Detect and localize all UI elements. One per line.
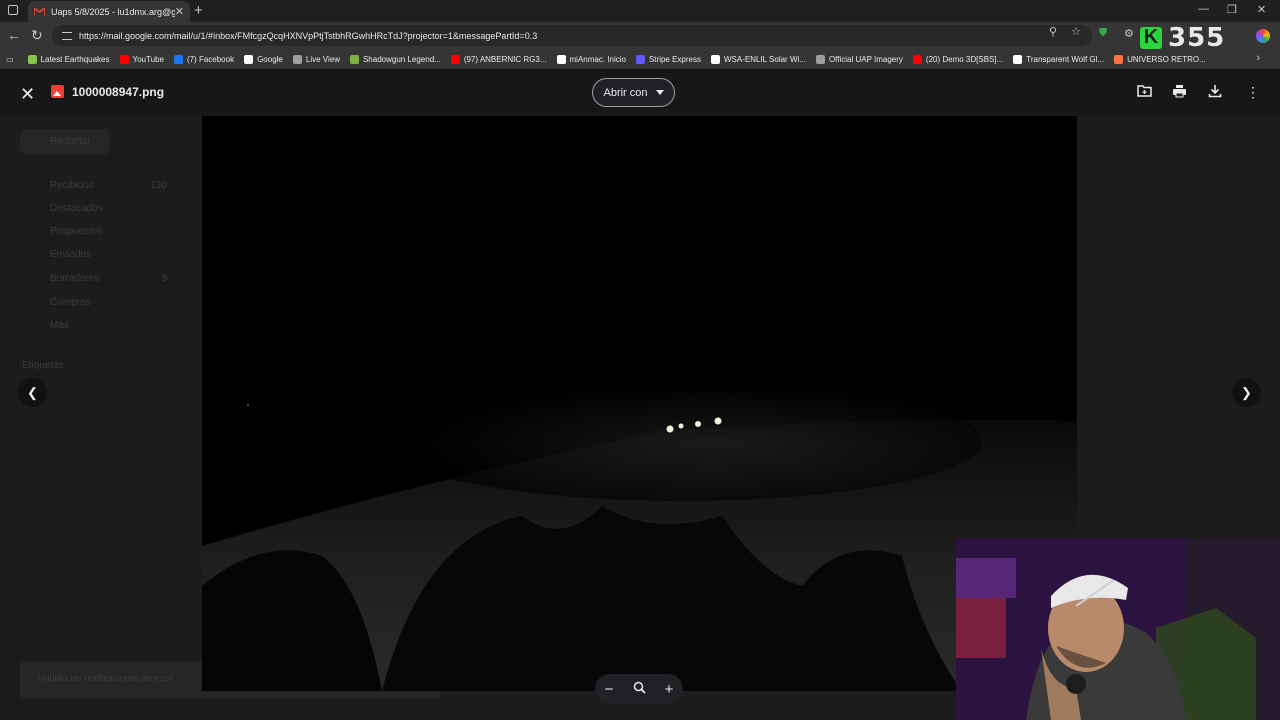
bookmark-label: Official UAP Imagery	[828, 54, 903, 64]
bookmark-label: miAnmac. Inicio	[569, 54, 626, 64]
bookmark-label: (7) Facebook	[186, 54, 235, 64]
extension-shield-icon[interactable]: ⛊	[1099, 27, 1107, 40]
bookmarks-bar: ▭ Latest Earthquakes YouTube (7) Facebook G…	[0, 49, 1280, 69]
bookmark-item[interactable]: miAnmac. Inicio	[556, 54, 626, 64]
bookmark-label: (20) Demo 3D[SBS]...	[925, 54, 1004, 64]
bookmark-star-icon[interactable]: ☆	[1071, 25, 1081, 38]
bookmarks-overflow-icon[interactable]: ›	[1256, 52, 1260, 64]
image-file-icon	[51, 85, 64, 98]
bookmark-item[interactable]: WSA-ENLIL Solar Wi...	[711, 54, 806, 64]
bookmark-favicon-icon	[349, 54, 359, 64]
open-with-button[interactable]: Abrir con	[592, 78, 675, 107]
bookmark-item[interactable]: (7) Facebook	[173, 54, 235, 64]
bookmark-favicon-icon	[292, 54, 302, 64]
tab-title: Uaps 5/8/2025 - lu1dmx.arg@gm	[51, 6, 175, 17]
bookmark-label: Latest Earthquakes	[40, 54, 110, 64]
bookmark-favicon-icon	[912, 54, 922, 64]
minimize-icon[interactable]: —	[1198, 3, 1209, 15]
bookmark-label: Shadowgun Legend...	[362, 54, 441, 64]
bookmark-label: Stripe Express	[648, 54, 701, 64]
bookmark-item[interactable]: Shadowgun Legend...	[349, 54, 441, 64]
bookmark-label: UNIVERSO RETRO...	[1127, 54, 1206, 64]
zoom-reset-icon[interactable]	[633, 681, 646, 698]
bookmark-favicon-icon	[556, 54, 566, 64]
bookmark-item[interactable]: Transparent Wolf Gl...	[1013, 54, 1105, 64]
sidebar-item-inbox: Recibidos	[50, 180, 94, 191]
bookmark-favicon-icon	[173, 54, 183, 64]
bookmark-label: Transparent Wolf Gl...	[1026, 54, 1105, 64]
gmail-icon	[33, 5, 46, 16]
viewer-image	[202, 116, 1077, 691]
webcam-overlay	[956, 538, 1280, 720]
bookmark-item[interactable]: (97) ANBERNIC RG3...	[450, 54, 547, 64]
previous-image-button[interactable]: ❮	[18, 378, 47, 407]
close-viewer-icon[interactable]: ✕	[20, 84, 35, 105]
tab-search-icon[interactable]	[8, 5, 18, 15]
bookmark-favicon-icon	[711, 54, 720, 64]
window-close-icon[interactable]: ✕	[1257, 3, 1266, 16]
bookmark-item[interactable]: YouTube	[119, 54, 164, 64]
compose-button: Redactar	[20, 129, 110, 155]
bookmark-favicon-icon	[1114, 54, 1124, 64]
browser-tab[interactable]: Uaps 5/8/2025 - lu1dmx.arg@gm ✕	[28, 1, 190, 22]
restore-icon[interactable]: ❐	[1227, 3, 1237, 16]
sidebar-item-drafts: Borradores	[50, 273, 100, 284]
bookmark-favicon-icon	[635, 54, 645, 64]
url-text: https://mail.google.com/mail/u/1/#inbox/…	[79, 30, 538, 41]
streamer-video	[956, 538, 1280, 720]
sidebar-item-starred: Destacados	[50, 203, 103, 214]
sidebar-item-purchases: Compras	[50, 297, 91, 308]
new-tab-icon[interactable]: +	[194, 2, 203, 19]
file-name: 1000008947.png	[72, 85, 165, 99]
labels-heading: Etiquetas	[22, 360, 64, 371]
inbox-count: 130	[150, 180, 167, 191]
bookmark-item[interactable]: (20) Demo 3D[SBS]...	[912, 54, 1004, 64]
browser-toolbar: ← ↻ https://mail.google.com/mail/u/1/#in…	[0, 22, 1280, 49]
bookmark-item[interactable]: Google	[244, 54, 283, 64]
sidebar-item-sent: Enviados	[50, 249, 92, 260]
back-icon[interactable]: ←	[7, 27, 21, 43]
chevron-down-icon	[655, 90, 664, 95]
bookmark-item[interactable]: Latest Earthquakes	[27, 54, 110, 64]
extension-icon[interactable]: ⚙	[1124, 27, 1134, 40]
download-icon[interactable]	[1208, 84, 1222, 101]
bookmark-label: Google	[257, 54, 283, 64]
bookmark-label: WSA-ENLIL Solar Wi...	[724, 54, 806, 64]
tab-strip: Uaps 5/8/2025 - lu1dmx.arg@gm ✕ + — ❐ ✕	[0, 0, 1280, 22]
zoom-icon[interactable]: ⚲	[1049, 25, 1057, 38]
bookmark-favicon-icon	[815, 54, 825, 64]
bookmark-label: Live View	[305, 54, 340, 64]
next-image-button[interactable]: ❯	[1232, 378, 1261, 407]
sidebar-item-more: Más	[50, 320, 69, 331]
drafts-count: 5	[162, 273, 168, 284]
bookmark-favicon-icon	[27, 54, 37, 64]
profile-avatar[interactable]	[1256, 29, 1270, 43]
site-info-icon[interactable]	[62, 31, 72, 40]
stream-overlay-logo: K 355	[1140, 23, 1225, 53]
night-photo	[202, 116, 1077, 691]
zoom-controls: − +	[595, 674, 683, 704]
bookmark-item[interactable]: UNIVERSO RETRO...	[1114, 54, 1206, 64]
bookmark-favicon-icon	[1013, 54, 1023, 64]
address-bar[interactable]: https://mail.google.com/mail/u/1/#inbox/…	[52, 25, 1092, 46]
bookmark-favicon-icon	[244, 54, 254, 64]
reload-icon[interactable]: ↻	[31, 27, 43, 44]
add-to-drive-icon[interactable]	[1137, 84, 1152, 100]
tab-close-icon[interactable]: ✕	[175, 5, 184, 18]
bookmark-item[interactable]: Live View	[292, 54, 340, 64]
bookmark-favicon-icon	[450, 54, 460, 64]
bookmark-favicon-icon	[119, 54, 129, 64]
print-icon[interactable]	[1172, 84, 1187, 101]
more-options-icon[interactable]: ⋮	[1246, 84, 1260, 101]
bookmark-label: (97) ANBERNIC RG3...	[463, 54, 547, 64]
zoom-in-button[interactable]: +	[665, 681, 674, 698]
bookmark-label: YouTube	[132, 54, 164, 64]
apps-icon[interactable]: ▭	[6, 55, 14, 64]
zoom-out-button[interactable]: −	[605, 681, 614, 698]
bookmark-item[interactable]: Stripe Express	[635, 54, 701, 64]
sidebar-item-snoozed: Pospuestos	[50, 226, 103, 237]
bookmark-item[interactable]: Official UAP Imagery	[815, 54, 903, 64]
